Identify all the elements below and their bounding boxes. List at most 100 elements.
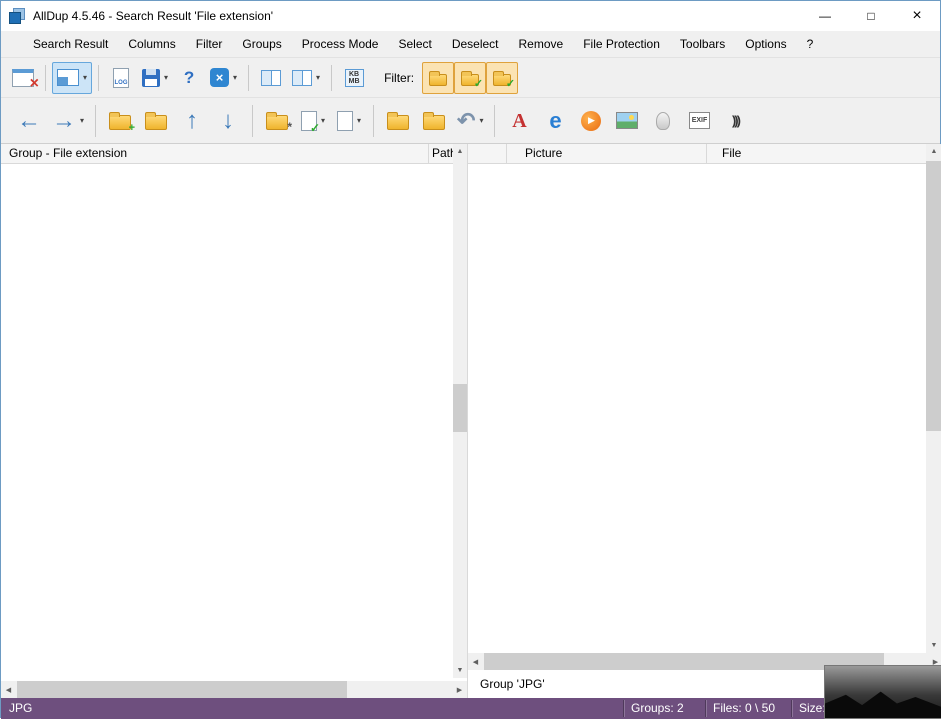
- folder-icon: [145, 115, 167, 130]
- copy-to-folder-button[interactable]: [380, 102, 416, 140]
- status-size: Size:: [799, 698, 826, 719]
- close-search-button[interactable]: × ▾: [205, 62, 242, 94]
- tree-horizontal-scrollbar[interactable]: ◀ ▶: [1, 681, 467, 698]
- open-image-viewer-button[interactable]: [609, 102, 645, 140]
- file-icon: [337, 111, 353, 131]
- scroll-left-icon[interactable]: ◀: [1, 681, 16, 698]
- menu-item-label: ?: [807, 37, 814, 51]
- file-check-icon: ✓: [301, 111, 317, 131]
- add-folder-button[interactable]: +: [102, 102, 138, 140]
- tree-vertical-scrollbar[interactable]: ▲ ▼: [453, 144, 467, 678]
- scroll-left-icon[interactable]: ◀: [468, 653, 483, 670]
- duplicates-vertical-scrollbar[interactable]: ▲ ▼: [926, 144, 941, 653]
- menu-item--[interactable]: ?: [797, 31, 824, 57]
- picture-column-header[interactable]: Picture: [507, 144, 707, 163]
- scroll-right-icon[interactable]: ▶: [452, 681, 467, 698]
- menu-item-filter[interactable]: Filter: [186, 31, 233, 57]
- open-media-player-button[interactable]: ▶: [573, 102, 609, 140]
- mountain-silhouette: [825, 686, 941, 718]
- log-file-icon: LOG: [113, 68, 129, 88]
- chevron-down-icon: ▾: [357, 116, 361, 125]
- filter-label: Filter:: [384, 71, 414, 85]
- status-bar: JPG Groups: 2 Files: 0 \ 50 Size:: [1, 698, 940, 719]
- menu-item-deselect[interactable]: Deselect: [442, 31, 509, 57]
- folder-settings-button[interactable]: *: [259, 102, 295, 140]
- menu-item-toolbars[interactable]: Toolbars: [670, 31, 735, 57]
- picture-rows: [468, 164, 941, 653]
- group-column-header[interactable]: Group - File extension: [1, 144, 428, 163]
- separator: [373, 105, 374, 137]
- title-bar: AllDup 4.5.46 - Search Result 'File exte…: [1, 1, 940, 31]
- filter-checked-files-button[interactable]: ✓: [454, 62, 486, 94]
- filter-unchecked-files-button[interactable]: ✓: [486, 62, 518, 94]
- separator: [45, 65, 46, 91]
- move-down-button[interactable]: ↓: [210, 102, 246, 140]
- select-files-button[interactable]: ✓ ▾: [295, 102, 331, 140]
- file-column-header[interactable]: File: [707, 144, 941, 163]
- move-to-folder-button[interactable]: [416, 102, 452, 140]
- minimize-button[interactable]: —: [802, 1, 848, 31]
- chevron-down-icon: ▾: [80, 116, 84, 125]
- scrollbar-thumb[interactable]: [17, 681, 347, 698]
- undo-button[interactable]: ↶ ▾: [452, 102, 488, 140]
- move-up-button[interactable]: ↑: [174, 102, 210, 140]
- preview-pane-icon: [57, 69, 79, 86]
- close-button[interactable]: ×: [894, 1, 940, 31]
- audio-waves-icon: ))): [732, 114, 739, 127]
- open-lightbox-button[interactable]: [645, 102, 681, 140]
- menu-item-label: Select: [398, 37, 431, 51]
- size-units-button[interactable]: KB MB: [338, 62, 370, 94]
- scrollbar-thumb[interactable]: [453, 384, 467, 432]
- window-controls: — □ ×: [802, 1, 940, 31]
- separator: [494, 105, 495, 137]
- scrollbar-thumb[interactable]: [926, 161, 941, 431]
- red-x-icon: ×: [30, 75, 39, 93]
- scroll-up-icon[interactable]: ▲: [926, 144, 941, 159]
- menu-item-label: Remove: [519, 37, 564, 51]
- menu-item-label: Columns: [128, 37, 175, 51]
- menu-item-groups[interactable]: Groups: [232, 31, 291, 57]
- preview-pane-toggle-button[interactable]: ▾: [52, 62, 92, 94]
- internet-explorer-icon: e: [549, 110, 561, 132]
- remove-search-result-button[interactable]: ×: [7, 62, 39, 94]
- help-button[interactable]: ?: [173, 62, 205, 94]
- menu-item-search-result[interactable]: Search Result: [23, 31, 118, 57]
- column-options-button[interactable]: ▾: [287, 62, 325, 94]
- lightbox-icon: [656, 112, 670, 130]
- menu-item-label: Filter: [196, 37, 223, 51]
- scroll-down-icon[interactable]: ▼: [926, 638, 941, 653]
- menu-item-columns[interactable]: Columns: [118, 31, 185, 57]
- log-button[interactable]: LOG: [105, 62, 137, 94]
- forward-button[interactable]: → ▾: [47, 102, 89, 140]
- scroll-down-icon[interactable]: ▼: [453, 663, 467, 678]
- column-layout-button[interactable]: [255, 62, 287, 94]
- menu-item-process-mode[interactable]: Process Mode: [292, 31, 389, 57]
- alldup-app-icon: [9, 8, 26, 25]
- blue-x-icon: ×: [210, 68, 229, 87]
- remove-folder-button[interactable]: [138, 102, 174, 140]
- menu-item-label: Groups: [242, 37, 281, 51]
- open-text-editor-button[interactable]: A: [501, 102, 537, 140]
- filter-all-groups-button[interactable]: [422, 62, 454, 94]
- save-button[interactable]: ▾: [137, 62, 173, 94]
- menu-item-label: File Protection: [583, 37, 660, 51]
- back-button[interactable]: ←: [11, 102, 47, 140]
- maximize-button[interactable]: □: [848, 1, 894, 31]
- path-column-header[interactable]: Path: [428, 144, 453, 163]
- open-browser-button[interactable]: e: [537, 102, 573, 140]
- play-audio-button[interactable]: ))): [717, 102, 753, 140]
- duplicates-column-headers: Picture File: [468, 144, 941, 164]
- up-arrow-icon: ↑: [186, 109, 198, 133]
- scroll-up-icon[interactable]: ▲: [453, 144, 467, 159]
- menu-item-remove[interactable]: Remove: [509, 31, 574, 57]
- file-actions-button[interactable]: ▾: [331, 102, 367, 140]
- status-groups-count: Groups: 2: [631, 698, 684, 719]
- menu-item-label: Process Mode: [302, 37, 379, 51]
- show-exif-button[interactable]: EXIF: [681, 102, 717, 140]
- menu-item-select[interactable]: Select: [388, 31, 441, 57]
- window-title: AllDup 4.5.46 - Search Result 'File exte…: [33, 9, 273, 23]
- menu-item-file-protection[interactable]: File Protection: [573, 31, 670, 57]
- menu-item-options[interactable]: Options: [735, 31, 796, 57]
- separator: [331, 65, 332, 91]
- folder-filter-icon: [429, 74, 447, 86]
